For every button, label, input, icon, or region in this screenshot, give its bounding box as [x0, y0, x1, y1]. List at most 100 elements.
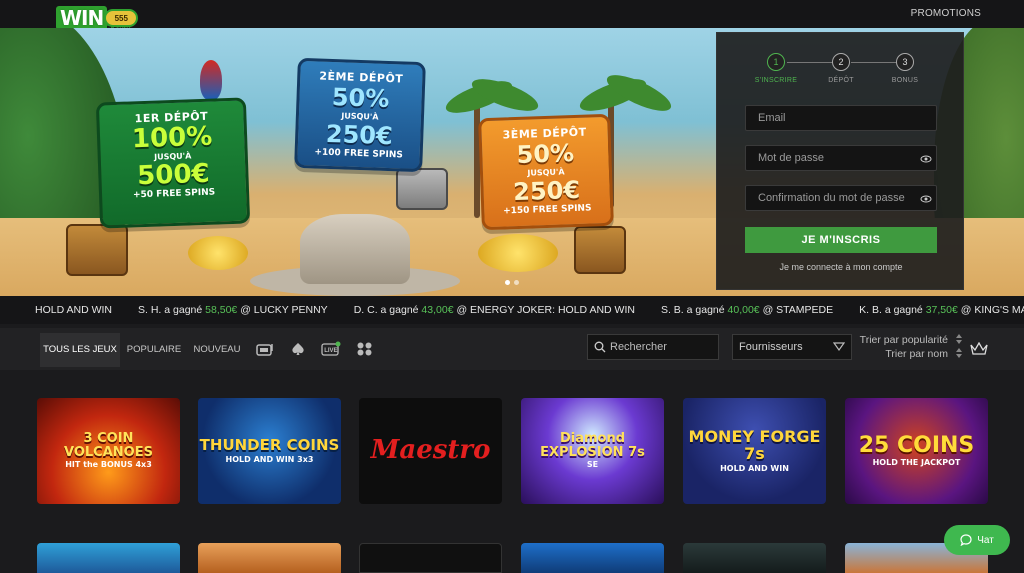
sort-arrows-icon[interactable]: [955, 334, 963, 344]
card-percent: 50%: [331, 83, 390, 114]
game-filter-bar: TOUS LES JEUX POPULAIRE NOUVEAU LIVE Fou…: [0, 328, 1024, 370]
hero-banner: 1ER DÉPÔT 100% JUSQU'À 500€ +50 FREE SPI…: [0, 28, 1024, 296]
parrot-icon: [200, 60, 222, 100]
slot-machine-icon[interactable]: [256, 341, 274, 357]
treasure-chest-icon: [574, 226, 626, 274]
chat-bubble-icon: [960, 534, 972, 546]
sort-by-name[interactable]: Trier par nom: [885, 348, 948, 360]
gold-coins-icon: [188, 236, 248, 270]
logo-text: WIN: [56, 6, 108, 30]
ticker-game: @ LUCKY PENNY: [237, 304, 328, 316]
game-subtitle: HOLD AND WIN 3x3: [225, 454, 314, 464]
eye-icon[interactable]: [920, 193, 932, 205]
game-tile[interactable]: MONEY FORGE 7s HOLD AND WIN: [683, 398, 826, 504]
game-tile[interactable]: 3 COIN VOLCANOES HIT the BONUS 4x3: [37, 398, 180, 504]
tab-new[interactable]: NOUVEAU: [190, 333, 244, 367]
game-tile[interactable]: THUNDER COINS HOLD AND WIN 3x3: [198, 398, 341, 504]
deposit-bonus-card-2: 2ÈME DÉPÔT 50% JUSQU'À 250€ +100 FREE SP…: [294, 57, 426, 173]
game-title: 3 COIN VOLCANOES: [64, 431, 153, 460]
promotions-link[interactable]: PROMOTIONS: [911, 8, 981, 19]
providers-select[interactable]: Fournisseurs: [732, 334, 852, 360]
fountain-decoration: [300, 214, 410, 284]
email-field[interactable]: [745, 105, 937, 131]
signup-button[interactable]: JE M'INSCRIS: [745, 227, 937, 253]
silver-chest-icon: [396, 168, 448, 210]
game-title: MONEY FORGE 7s: [688, 427, 821, 463]
game-title-wrap: MONEY FORGE 7s HOLD AND WIN: [683, 427, 826, 473]
confirm-password-field[interactable]: [745, 185, 937, 211]
game-title: THUNDER COINS: [199, 435, 340, 454]
ticker-text: S. B. a gagné: [660, 304, 728, 316]
carousel-dot[interactable]: [505, 280, 510, 285]
ticker-item: HOLD AND WIN: [35, 304, 112, 316]
ticker-text: S. H. a gagné: [138, 304, 206, 316]
game-search-box[interactable]: [587, 334, 719, 360]
step-label: S'INSCRIRE: [754, 77, 798, 84]
game-tile[interactable]: [198, 543, 341, 573]
tab-all-games[interactable]: TOUS LES JEUX: [40, 333, 120, 367]
password-input[interactable]: [746, 146, 936, 170]
game-title: 25 COINS: [858, 433, 975, 459]
carousel-dot[interactable]: [514, 280, 519, 285]
chat-label: Чат: [977, 534, 994, 546]
winners-ticker: HOLD AND WIN S. H. a gagné 58,50€ @ LUCKY…: [0, 296, 1024, 324]
games-grid: 3 COIN VOLCANOES HIT the BONUS 4x3 THUNDE…: [0, 370, 1024, 573]
step-number: 3: [896, 53, 914, 71]
game-tile[interactable]: Diamond EXPLOSION 7s SE: [521, 398, 664, 504]
signup-steps: 1 S'INSCRIRE 2 DÉPÔT 3 BONUS: [717, 53, 965, 93]
game-tile[interactable]: 25 COINS HOLD THE JACKPOT: [845, 398, 988, 504]
filter-icon: [833, 342, 845, 352]
card-percent: 50%: [516, 139, 575, 170]
card-title: 2ÈME DÉPÔT: [319, 69, 404, 86]
treasure-chest-icon: [66, 224, 128, 276]
game-tile[interactable]: [683, 543, 826, 573]
sort-by-popularity[interactable]: Trier par popularité: [860, 334, 948, 346]
game-title-wrap: Maestro: [371, 437, 491, 464]
ticker-amount: 58,50€: [205, 304, 238, 316]
game-title: Diamond EXPLOSION 7s: [540, 431, 645, 460]
ticker-track: HOLD AND WIN S. H. a gagné 58,50€ @ LUCKY…: [35, 304, 1024, 316]
game-tile[interactable]: [37, 543, 180, 573]
grid-icon[interactable]: [356, 341, 374, 357]
confirm-password-input[interactable]: [746, 186, 936, 210]
top-bar: WIN 555 CASINO PROMOTIONS: [0, 0, 1024, 31]
ticker-amount: 43,00€: [421, 304, 454, 316]
spade-icon[interactable]: [289, 341, 307, 357]
game-tile[interactable]: [521, 543, 664, 573]
email-input[interactable]: [746, 106, 936, 130]
crown-icon[interactable]: [970, 342, 988, 356]
login-link[interactable]: Je me connecte à mon compte: [717, 262, 965, 272]
ticker-game: @ STAMPEDE: [759, 304, 834, 316]
search-icon: [594, 341, 606, 353]
game-title-wrap: Diamond EXPLOSION 7s SE: [521, 432, 664, 470]
game-title-wrap: 25 COINS HOLD THE JACKPOT: [859, 434, 975, 467]
ticker-text: HOLD AND WIN: [35, 304, 113, 316]
live-casino-icon[interactable]: LIVE: [321, 341, 341, 357]
ticker-game: @ ENERGY JOKER: HOLD AND WIN: [453, 304, 635, 316]
step-register: 1 S'INSCRIRE: [741, 53, 811, 84]
step-deposit: 2 DÉPÔT: [806, 53, 876, 84]
search-input[interactable]: [610, 335, 716, 359]
gold-coins-icon: [478, 234, 558, 272]
step-label: DÉPÔT: [828, 77, 854, 84]
step-bonus: 3 BONUS: [870, 53, 940, 84]
sort-arrows-icon[interactable]: [955, 348, 963, 358]
ticker-item: S. B. a gagné 40,00€ @ STAMPEDE: [661, 304, 833, 316]
password-field[interactable]: [745, 145, 937, 171]
eye-icon[interactable]: [920, 153, 932, 165]
step-number: 1: [767, 53, 785, 71]
deposit-bonus-card-1: 1ER DÉPÔT 100% JUSQU'À 500€ +50 FREE SPI…: [95, 97, 251, 229]
game-tile[interactable]: [359, 543, 502, 573]
deposit-bonus-card-3: 3ÈME DÉPÔT 50% JUSQU'À 250€ +150 FREE SP…: [478, 113, 614, 231]
game-title-wrap: 3 COIN VOLCANOES HIT the BONUS 4x3: [37, 432, 180, 470]
card-amount: 250€: [325, 119, 394, 151]
providers-label: Fournisseurs: [739, 341, 803, 353]
ticker-amount: 40,00€: [727, 304, 760, 316]
game-title: Maestro: [370, 435, 491, 466]
signup-panel: 1 S'INSCRIRE 2 DÉPÔT 3 BONUS JE M'INSCRI…: [716, 32, 964, 290]
tab-popular[interactable]: POPULAIRE: [124, 333, 184, 367]
chat-button[interactable]: Чат: [944, 525, 1010, 555]
ticker-item: S. H. a gagné 58,50€ @ LUCKY PENNY: [138, 304, 328, 316]
game-subtitle: HOLD THE JACKPOT: [872, 458, 961, 468]
game-tile[interactable]: Maestro: [359, 398, 502, 504]
